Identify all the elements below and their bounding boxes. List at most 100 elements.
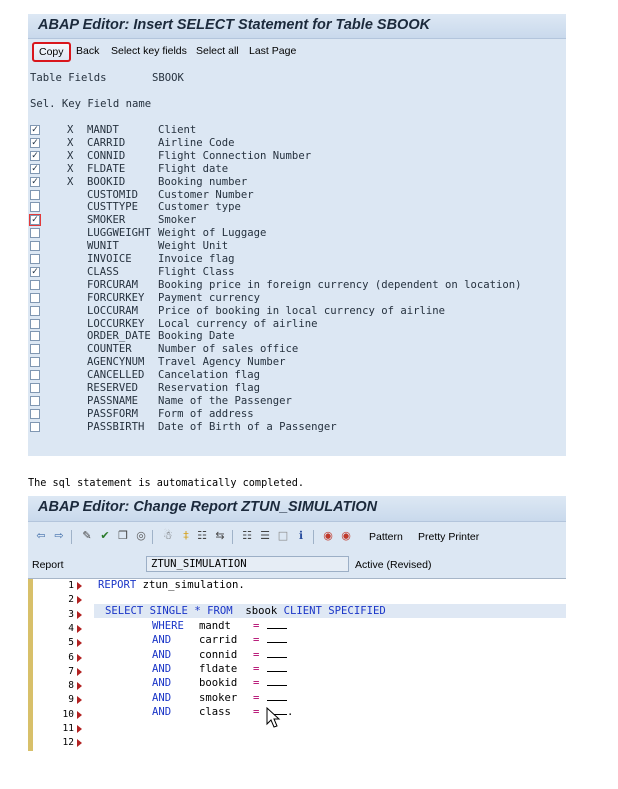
field-name: BOOKID <box>87 175 126 188</box>
session-breakpoint-icon[interactable]: ◉ <box>339 529 353 543</box>
field-checkbox[interactable]: ✓ <box>30 150 40 161</box>
line-number: 4 <box>68 622 74 634</box>
line-number: 9 <box>68 694 74 706</box>
field-row: ✓ X MANDT Client <box>28 124 566 137</box>
value-placeholder[interactable] <box>267 633 287 644</box>
field-checkbox[interactable] <box>30 318 40 329</box>
field-row: AGENCYNUM Travel Agency Number <box>28 356 566 369</box>
field-row: FORCURAM Booking price in foreign currenc… <box>28 279 566 292</box>
field-name: SMOKER <box>87 214 126 227</box>
line-marker-icon <box>77 682 82 691</box>
where-used-icon[interactable]: ☃ <box>161 529 175 543</box>
field-checkbox[interactable] <box>30 189 40 200</box>
field-description: Number of sales office <box>158 343 299 356</box>
field-checkbox[interactable] <box>30 279 40 290</box>
field-checkbox[interactable] <box>30 421 40 432</box>
back-arrow-icon[interactable]: ⇦ <box>34 529 48 543</box>
pattern-button[interactable]: Pattern <box>369 531 403 543</box>
code-line-9: AND smoker = <box>152 691 287 704</box>
field-row: ✓ X CARRID Airline Code <box>28 137 566 150</box>
copy-button[interactable]: Copy <box>32 42 71 62</box>
hierarchy-icon[interactable]: ☷ <box>240 529 254 543</box>
line-marker-icon <box>77 596 82 605</box>
field-checkbox[interactable] <box>30 292 40 303</box>
field-row: LUGGWEIGHT Weight of Luggage <box>28 227 566 240</box>
field-checkbox[interactable] <box>30 357 40 368</box>
navigation-icon[interactable]: ⇆ <box>213 529 227 543</box>
report-name-field[interactable]: ZTUN_SIMULATION <box>146 556 349 572</box>
object-list-icon[interactable]: ☷ <box>195 529 209 543</box>
field-checkbox[interactable] <box>30 254 40 264</box>
test-icon[interactable]: ◎ <box>134 529 148 543</box>
value-placeholder[interactable] <box>267 619 287 629</box>
line-marker-icon <box>77 667 82 676</box>
field-row: WUNIT Weight Unit <box>28 240 566 253</box>
field-checkbox[interactable]: ✓ <box>30 176 40 187</box>
field-name: ORDER_DATE <box>87 330 151 343</box>
breakpoint-icon[interactable]: ◉ <box>321 529 335 543</box>
forward-arrow-icon[interactable]: ⇨ <box>52 529 66 543</box>
code-line-8: AND bookid = <box>152 676 287 689</box>
display-change-icon[interactable]: ✎ <box>80 529 94 543</box>
field-description: Customer type <box>158 201 241 214</box>
line-marker-icon <box>77 739 82 748</box>
key-marker: X <box>67 162 74 175</box>
line-number: 7 <box>68 665 74 677</box>
line-marker-icon <box>77 639 82 648</box>
field-checkbox[interactable]: ✓ <box>30 125 40 135</box>
field-checkbox[interactable] <box>30 228 40 239</box>
code-line-7: AND fldate = <box>152 662 287 675</box>
info-icon[interactable]: ℹ <box>294 529 308 543</box>
field-name: CARRID <box>87 136 126 149</box>
field-row: PASSFORM Form of address <box>28 408 566 421</box>
code-line-1: REPORT ztun_simulation. <box>98 579 245 591</box>
last-page-button[interactable]: Last Page <box>249 44 296 59</box>
value-placeholder[interactable] <box>267 662 287 672</box>
field-checkbox[interactable] <box>30 241 40 252</box>
line-marker-icon <box>77 710 82 719</box>
field-checkbox[interactable]: ✓ <box>30 266 40 277</box>
field-checkbox[interactable] <box>30 305 40 316</box>
field-checkbox[interactable] <box>30 408 40 419</box>
line-marker-icon <box>77 725 82 733</box>
back-button[interactable]: Back <box>76 44 99 59</box>
field-checkbox[interactable] <box>30 383 40 393</box>
check-icon[interactable]: ✔ <box>98 529 112 543</box>
value-placeholder[interactable] <box>267 691 287 701</box>
abap-editor-window: ABAP Editor: Change Report ZTUN_SIMULATI… <box>28 496 566 751</box>
value-placeholder[interactable] <box>267 648 287 658</box>
display-object-icon[interactable]: ☰ <box>258 529 272 543</box>
select-all-button[interactable]: Select all <box>196 44 239 59</box>
gutter-bar <box>28 579 33 751</box>
field-row: CUSTOMID Customer Number <box>28 189 566 202</box>
field-checkbox[interactable] <box>30 344 40 355</box>
field-row: LOCCURKEY Local currency of airline <box>28 318 566 331</box>
field-checkbox[interactable]: ✓ <box>30 137 40 148</box>
line-number: 5 <box>68 637 74 649</box>
field-checkbox[interactable] <box>30 202 40 213</box>
activate-icon[interactable]: ❐ <box>116 529 130 543</box>
field-checkbox[interactable] <box>30 395 40 406</box>
window-icon[interactable]: □ <box>276 529 290 543</box>
field-checkbox[interactable]: ✓ <box>30 163 40 174</box>
value-placeholder[interactable] <box>267 676 287 687</box>
field-description: Invoice flag <box>158 253 235 265</box>
field-checkbox[interactable]: ✓ <box>29 214 41 227</box>
field-name: FORCURKEY <box>87 291 145 304</box>
field-checkbox[interactable] <box>30 370 40 381</box>
field-row: ORDER_DATE Booking Date <box>28 330 566 343</box>
info-marker-icon[interactable]: ‡ <box>179 529 193 543</box>
line-number: 11 <box>62 723 74 734</box>
select-key-fields-button[interactable]: Select key fields <box>111 44 187 59</box>
line-gutter: 1 2 3 4 5 6 7 8 9 10 11 12 <box>28 579 88 751</box>
field-checkbox[interactable] <box>30 331 40 342</box>
field-row: PASSNAME Name of the Passenger <box>28 395 566 408</box>
field-row: ✓ X BOOKID Booking number <box>28 176 566 189</box>
line-marker-icon <box>77 696 82 705</box>
field-description: Booking Date <box>158 330 235 343</box>
field-name: COUNTER <box>87 343 132 356</box>
pretty-printer-button[interactable]: Pretty Printer <box>418 531 479 543</box>
toolbar-separator <box>232 530 233 544</box>
key-marker: X <box>67 175 74 188</box>
code-editor[interactable]: 1 2 3 4 5 6 7 8 9 10 11 12 REPORT ztun_simulation. … <box>28 578 566 751</box>
